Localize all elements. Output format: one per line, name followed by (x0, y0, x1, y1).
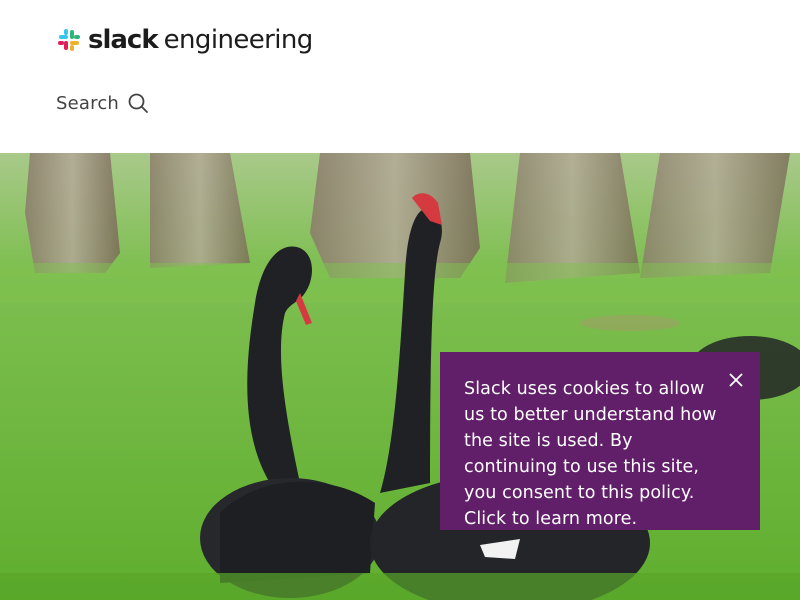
search-icon (128, 93, 148, 113)
close-icon (729, 373, 743, 387)
site-header: slack engineering Search (0, 0, 800, 153)
cookie-consent-text[interactable]: Slack uses cookies to allow us to better… (464, 376, 724, 532)
brand-wordmark: slack (88, 25, 159, 55)
cookie-close-button[interactable] (724, 368, 748, 392)
slack-engineering-logo[interactable]: slack engineering (56, 24, 313, 56)
search-label: Search (56, 92, 120, 114)
brand-suffix: engineering (163, 25, 314, 55)
slack-hash-logo-icon (58, 29, 80, 51)
search-button[interactable]: Search (56, 90, 149, 116)
cookie-banner[interactable]: Slack uses cookies to allow us to better… (440, 352, 760, 530)
